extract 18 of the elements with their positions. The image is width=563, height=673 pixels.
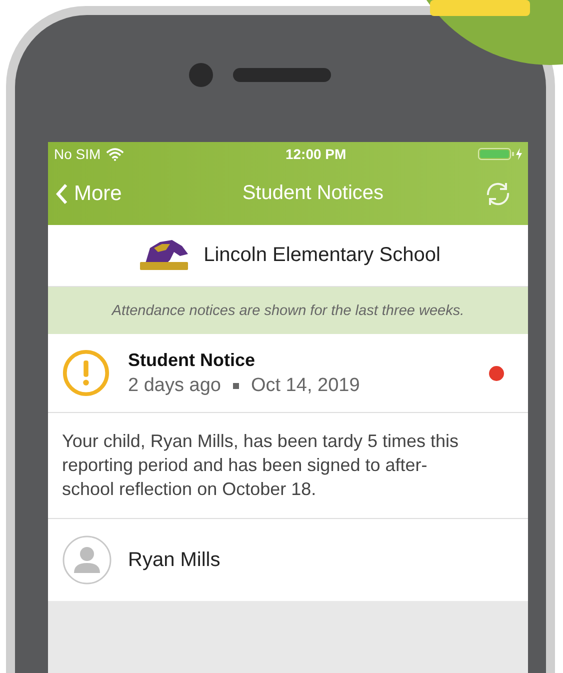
carrier-label: No SIM [54, 146, 101, 162]
camera-dot [189, 62, 213, 86]
battery-icon [478, 147, 524, 161]
chevron-left-icon [56, 182, 68, 204]
clock-time: 12:00 PM [285, 146, 346, 162]
school-name: Lincoln Elementary School [204, 244, 440, 267]
screen-title: Student Notices [242, 182, 384, 205]
warning-icon [62, 349, 110, 397]
separator-square-icon [232, 382, 239, 388]
notice-date: Oct 14, 2019 [250, 374, 360, 396]
student-row[interactable]: Ryan Mills [48, 519, 528, 601]
notice-message: Your child, Ryan Mills, has been tardy 5 times this reporting period and has been signed to after-school reflection on October 18. [62, 431, 459, 499]
wifi-icon [106, 148, 124, 160]
banner-text: Attendance notices are shown for the last three weeks. [112, 302, 464, 318]
notice-title: Student Notice [128, 350, 256, 370]
avatar-icon [62, 535, 112, 585]
student-name: Ryan Mills [128, 548, 220, 572]
notice-age: 2 days ago [128, 374, 221, 396]
